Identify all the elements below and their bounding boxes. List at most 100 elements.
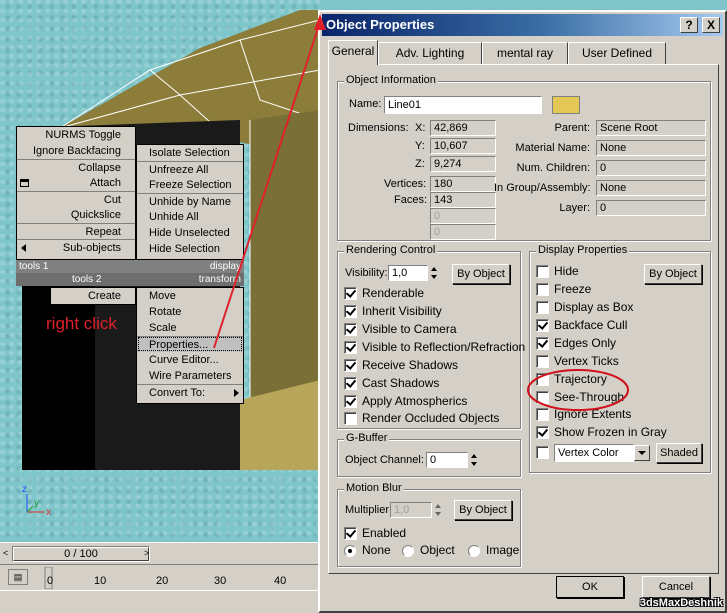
menu-item-unhide-by-name[interactable]: Unhide by Name bbox=[137, 193, 243, 209]
ok-button[interactable]: OK bbox=[556, 576, 624, 598]
cast-shadows-label: Cast Shadows bbox=[362, 376, 440, 390]
menu-item-properties[interactable]: Properties... bbox=[137, 336, 243, 352]
rendering-by-object-button[interactable]: By Object bbox=[452, 264, 510, 284]
menu-item-hide-selection[interactable]: Hide Selection bbox=[137, 241, 243, 257]
submenu-right-arrow-icon bbox=[234, 389, 239, 397]
group-title: Display Properties bbox=[536, 244, 630, 256]
motion-blur-by-object-button[interactable]: By Object bbox=[454, 500, 512, 520]
group-title: Rendering Control bbox=[344, 244, 438, 256]
tab-adv-lighting[interactable]: Adv. Lighting bbox=[378, 42, 482, 64]
track-filter-icon[interactable]: ▤ bbox=[8, 569, 28, 585]
visibility-input[interactable]: 1,0 bbox=[388, 265, 428, 281]
menu-item-cut[interactable]: Cut bbox=[17, 191, 135, 207]
menu-item-collapse[interactable]: Collapse bbox=[17, 159, 135, 175]
tab-mental-ray[interactable]: mental ray bbox=[482, 42, 568, 64]
multiplier-spinner-icon[interactable] bbox=[433, 502, 443, 518]
hide-checkbox[interactable] bbox=[536, 265, 549, 278]
object-channel-input[interactable]: 0 bbox=[426, 452, 468, 468]
cancel-button[interactable]: Cancel bbox=[642, 576, 710, 598]
faces-label: Faces: bbox=[394, 194, 428, 206]
menu-item-nurms-toggle[interactable]: NURMS Toggle bbox=[17, 127, 135, 143]
menu-item-convert-to-label: Convert To: bbox=[149, 387, 206, 399]
menu-item-attach[interactable]: Attach bbox=[17, 175, 135, 191]
time-prev-icon[interactable]: < bbox=[3, 548, 8, 558]
multiplier-input[interactable]: 1,0 bbox=[390, 502, 432, 518]
visibility-label: Visibility: bbox=[345, 267, 388, 279]
vertex-color-checkbox[interactable] bbox=[536, 446, 549, 459]
blank-value-1: 0 bbox=[430, 208, 496, 224]
menu-item-scale[interactable]: Scale bbox=[137, 320, 243, 336]
in-group-label: In Group/Assembly: bbox=[494, 182, 591, 194]
display-by-object-button[interactable]: By Object bbox=[644, 264, 702, 284]
render-occluded-checkbox[interactable] bbox=[344, 412, 357, 425]
display-as-box-checkbox[interactable] bbox=[536, 301, 549, 314]
visible-to-camera-checkbox[interactable] bbox=[344, 323, 357, 336]
group-object-information: Object Information Name: Line01 Dimensio… bbox=[337, 74, 711, 241]
track-bar[interactable]: ▤ 0 10 20 30 40 bbox=[0, 564, 320, 590]
name-input[interactable]: Line01 bbox=[384, 96, 542, 114]
visible-to-reflection-checkbox[interactable] bbox=[344, 341, 357, 354]
menu-item-unhide-all[interactable]: Unhide All bbox=[137, 209, 243, 225]
menu-item-rotate[interactable]: Rotate bbox=[137, 304, 243, 320]
in-group-value: None bbox=[596, 180, 706, 196]
motion-blur-none-radio[interactable] bbox=[344, 545, 356, 557]
renderable-checkbox[interactable] bbox=[344, 287, 357, 300]
menu-item-move[interactable]: Move bbox=[137, 288, 243, 304]
menu-item-sub-objects[interactable]: Sub-objects bbox=[17, 239, 135, 255]
ignore-extents-checkbox[interactable] bbox=[536, 408, 549, 421]
dimension-x-value: 42,869 bbox=[430, 120, 496, 136]
menu-item-repeat[interactable]: Repeat bbox=[17, 223, 135, 239]
vertex-color-dropdown[interactable]: Vertex Color bbox=[554, 444, 634, 462]
chevron-down-icon[interactable] bbox=[634, 445, 650, 461]
group-title: Object Information bbox=[344, 74, 438, 86]
motion-blur-enabled-checkbox[interactable] bbox=[344, 527, 357, 540]
inherit-visibility-checkbox[interactable] bbox=[344, 305, 357, 318]
shaded-button[interactable]: Shaded bbox=[656, 443, 702, 463]
motion-blur-object-radio[interactable] bbox=[402, 545, 414, 557]
group-display-properties: Display Properties By Object Hide Freeze… bbox=[529, 244, 711, 473]
menu-item-convert-to[interactable]: Convert To: bbox=[137, 384, 243, 400]
help-button[interactable]: ? bbox=[680, 17, 698, 33]
menu-item-freeze-selection[interactable]: Freeze Selection bbox=[137, 177, 243, 193]
frame-ruler[interactable]: 0 10 20 30 40 bbox=[42, 567, 320, 589]
freeze-checkbox[interactable] bbox=[536, 283, 549, 296]
material-name-label: Material Name: bbox=[515, 142, 590, 154]
renderable-label: Renderable bbox=[362, 286, 425, 300]
menu-item-create[interactable]: Create bbox=[51, 288, 135, 304]
menu-item-isolate-selection[interactable]: Isolate Selection bbox=[137, 145, 243, 161]
dialog-titlebar[interactable]: Object Properties ? X bbox=[322, 14, 723, 36]
backface-cull-checkbox[interactable] bbox=[536, 319, 549, 332]
edges-only-checkbox[interactable] bbox=[536, 337, 549, 350]
apply-atmospherics-checkbox[interactable] bbox=[344, 395, 357, 408]
menu-item-hide-unselected[interactable]: Hide Unselected bbox=[137, 225, 243, 241]
show-frozen-in-gray-checkbox[interactable] bbox=[536, 426, 549, 439]
menu-item-quickslice[interactable]: Quickslice bbox=[17, 207, 135, 223]
receive-shadows-checkbox[interactable] bbox=[344, 359, 357, 372]
tab-user-defined[interactable]: User Defined bbox=[568, 42, 666, 64]
close-button[interactable]: X bbox=[702, 17, 720, 33]
motion-blur-image-radio[interactable] bbox=[468, 545, 480, 557]
trajectory-checkbox[interactable] bbox=[536, 373, 549, 386]
visibility-spinner-icon[interactable] bbox=[429, 265, 439, 281]
menu-item-unfreeze-all[interactable]: Unfreeze All bbox=[137, 161, 243, 177]
settings-box-icon[interactable] bbox=[20, 179, 29, 187]
time-next-icon[interactable]: > bbox=[144, 548, 149, 558]
quad-label-transform: transform bbox=[198, 274, 241, 285]
tab-general[interactable]: General bbox=[328, 40, 378, 65]
show-frozen-in-gray-label: Show Frozen in Gray bbox=[554, 425, 667, 439]
menu-item-wire-parameters[interactable]: Wire Parameters bbox=[137, 368, 243, 384]
menu-item-ignore-backfacing[interactable]: Ignore Backfacing bbox=[17, 143, 135, 159]
vertex-ticks-checkbox[interactable] bbox=[536, 355, 549, 368]
cast-shadows-checkbox[interactable] bbox=[344, 377, 357, 390]
see-through-checkbox[interactable] bbox=[536, 391, 549, 404]
object-channel-spinner-icon[interactable] bbox=[469, 452, 479, 468]
time-slider[interactable]: 0 / 100 bbox=[12, 546, 150, 562]
object-color-swatch[interactable] bbox=[552, 96, 580, 114]
num-children-label: Num. Children: bbox=[516, 162, 590, 174]
time-slider-value[interactable]: 0 / 100 bbox=[13, 547, 149, 561]
hide-label: Hide bbox=[554, 264, 579, 278]
menu-item-curve-editor[interactable]: Curve Editor... bbox=[137, 352, 243, 368]
quad-header-row2: tools 2 transform bbox=[16, 273, 244, 286]
quad-menu-display: Isolate Selection Unfreeze All Freeze Se… bbox=[136, 144, 244, 260]
ruler-tick: 40 bbox=[274, 575, 287, 587]
